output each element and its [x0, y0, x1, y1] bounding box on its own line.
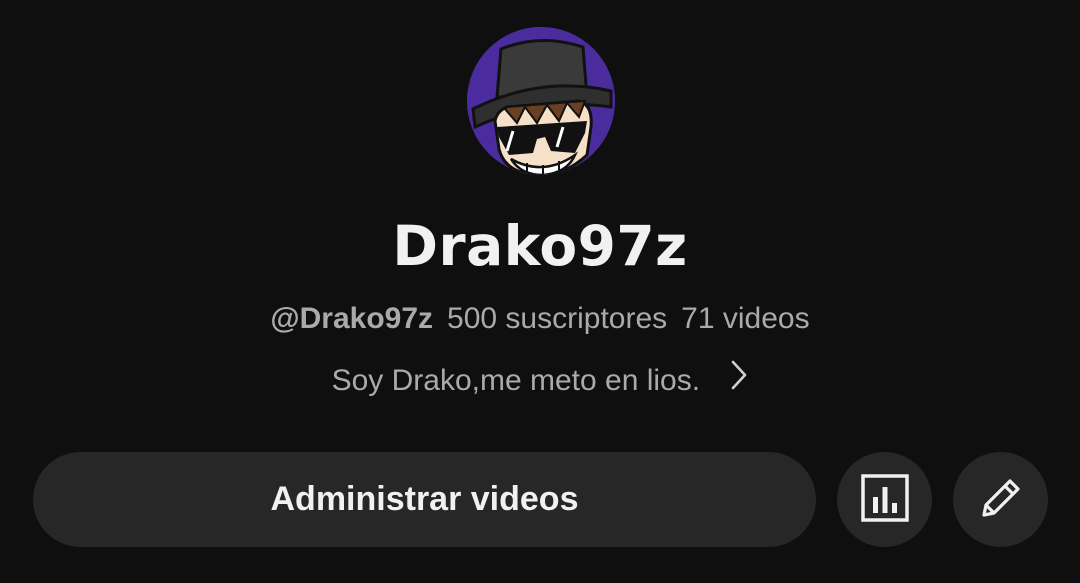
analytics-button[interactable]	[837, 452, 932, 547]
channel-name: Drako97z	[392, 214, 688, 278]
channel-handle: @Drako97z	[270, 302, 434, 335]
subscriber-count: 500 suscriptores	[447, 302, 668, 335]
video-count: 71 videos	[681, 302, 810, 335]
manage-videos-button[interactable]: Administrar videos	[33, 452, 816, 547]
channel-avatar[interactable]	[467, 27, 615, 175]
avatar-drawing	[467, 27, 615, 175]
channel-description-link[interactable]: Soy Drako,me meto en lios.	[0, 360, 1080, 399]
bar-chart-icon	[860, 473, 910, 526]
chevron-right-icon	[730, 359, 748, 399]
manage-videos-label: Administrar videos	[270, 480, 579, 518]
channel-description: Soy Drako,me meto en lios.	[331, 364, 701, 397]
pencil-icon	[975, 472, 1027, 527]
channel-meta: @Drako97z 500 suscriptores 71 videos	[0, 302, 1080, 336]
edit-channel-button[interactable]	[953, 452, 1048, 547]
